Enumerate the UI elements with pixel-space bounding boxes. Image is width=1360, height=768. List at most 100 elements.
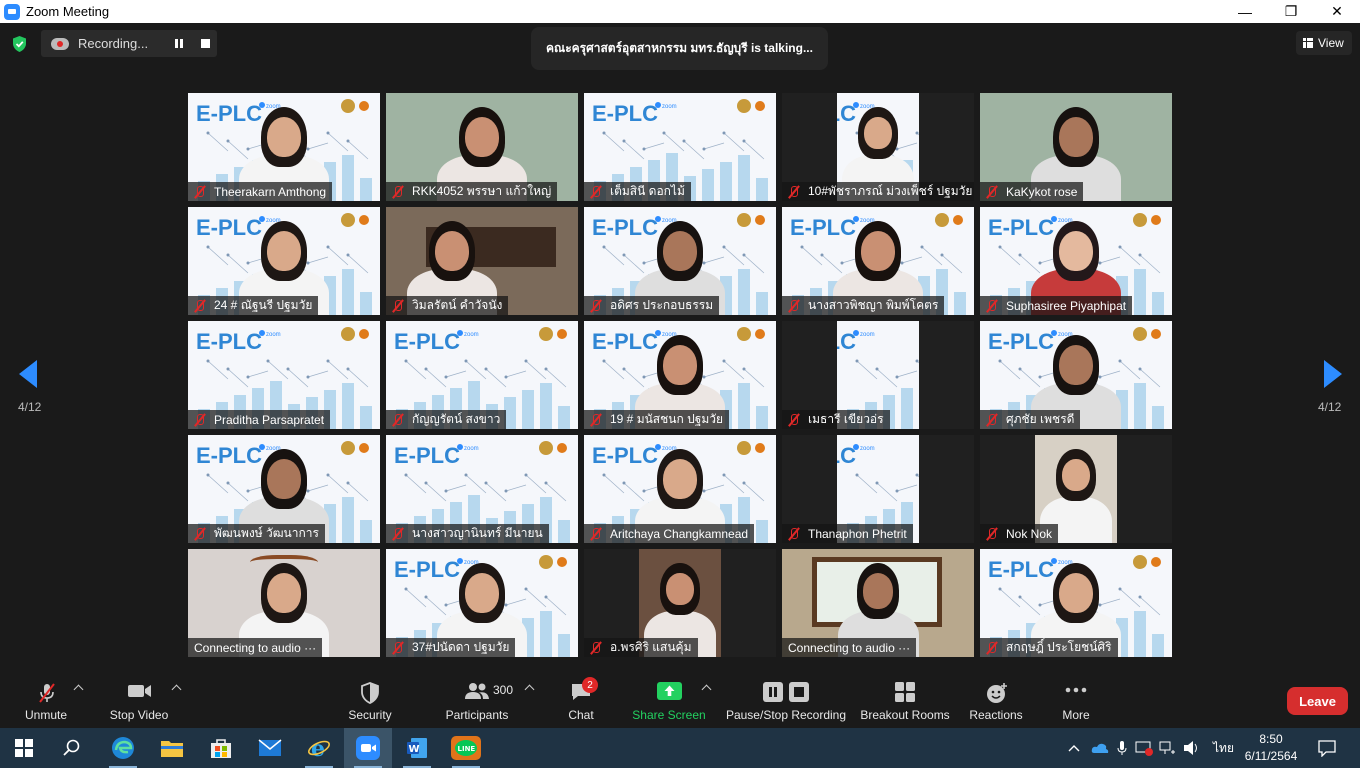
close-button[interactable]: ✕ [1314,0,1360,23]
participant-tile[interactable]: E-PLC zoom ศุภชัย เพชรดี [980,321,1172,429]
participant-tile[interactable]: E-PLC zoom นางสาวพิชญา พิมพ์โคตร [782,207,974,315]
participant-tile[interactable]: E-PLCzoomThanaphon Phetrit [782,435,974,543]
previous-page-arrow-icon[interactable] [19,360,37,388]
muted-mic-icon [786,527,802,541]
more-dots-icon [1065,687,1087,693]
taskbar-file-explorer[interactable] [148,728,196,768]
breakout-rooms-button[interactable]: Breakout Rooms [859,673,951,728]
participant-tile[interactable]: Nok Nok [980,435,1172,543]
system-clock[interactable]: 8:50 6/11/2564 [1238,731,1304,765]
line-app-label: LINE [458,745,476,753]
show-hidden-icons-chevron-icon[interactable] [1067,743,1081,753]
participant-name-tag: นางสาวพิชญา พิมพ์โคตร [782,296,945,315]
participant-tile[interactable]: E-PLC zoom Suphasiree Piyaphipat [980,207,1172,315]
taskbar-zoom[interactable] [344,728,392,768]
participant-tile[interactable]: E-PLC zoom นางสาวญานินทร์ มีนายน [386,435,578,543]
word-app-icon: W [407,738,427,758]
participant-name-tag: 24 # ณัฐนรี ปฐมวัย [188,296,319,315]
action-center-notification-icon[interactable] [1318,739,1336,757]
participant-name: 19 # มนัสชนก ปฐมวัย [610,412,723,426]
taskbar-line[interactable]: LINE [442,728,490,768]
participant-tile[interactable]: E-PLC zoom กัญญรัตน์ สงขาว [386,321,578,429]
participant-tile[interactable]: Connecting to audio ··· [782,549,974,657]
start-button[interactable] [0,728,48,768]
edge-browser-icon [112,737,134,759]
participant-tile[interactable]: อ.พรศิริ แสนคุ้ม [584,549,776,657]
participant-name: Thanaphon Phetrit [808,526,907,541]
chat-button[interactable]: 2 Chat [560,673,602,728]
participant-tile[interactable]: E-PLCzoom10#พัชราภรณ์ ม่วงเพ็ชร์ ปฐมวัย [782,93,974,201]
muted-mic-icon [192,413,208,427]
participant-tile[interactable]: E-PLC zoom 37#ปนัดดา ปฐมวัย [386,549,578,657]
pause-recording-icon[interactable] [175,39,183,48]
zoom-logo-icon [4,3,20,20]
participant-tile[interactable]: E-PLC zoom 19 # มนัสชนก ปฐมวัย [584,321,776,429]
participants-button[interactable]: 300 Participants [438,673,516,728]
participant-name: Nok Nok [1006,526,1053,541]
reactions-button[interactable]: Reactions [966,673,1026,728]
more-button[interactable]: More [1056,673,1096,728]
breakout-rooms-label: Breakout Rooms [860,708,950,722]
taskbar-internet-explorer[interactable]: e [295,728,343,768]
wifi-network-icon[interactable] [1159,740,1177,756]
participants-caret-icon[interactable] [524,684,535,695]
share-screen-label: Share Screen [632,708,706,722]
participant-tile[interactable]: E-PLCzoomเมธารี เขียวอ่ร [782,321,974,429]
participant-name: Suphasiree Piyaphipat [1006,298,1127,313]
input-language-indicator[interactable]: ไทย [1213,739,1234,758]
participant-tile[interactable]: E-PLC zoom Praditha Parsapratet [188,321,380,429]
maximize-button[interactable]: ❐ [1268,0,1314,23]
taskbar-mail[interactable] [246,728,294,768]
participant-tile[interactable]: E-PLC zoom Aritchaya Changkamnead [584,435,776,543]
minimize-button[interactable]: — [1222,0,1268,23]
participant-name-tag: ศุภชัย เพชรดี [980,410,1081,429]
unmute-button[interactable]: Unmute [14,673,78,728]
pause-stop-recording-button[interactable]: Pause/Stop Recording [725,673,847,728]
participant-name: อ.พรศิริ แสนคุ้ม [610,640,692,654]
volume-speaker-icon[interactable] [1183,740,1201,756]
participant-tile[interactable]: E-PLC zoom สกฤษฎิ์ ประโยชน์ศิริ [980,549,1172,657]
taskbar-edge[interactable] [99,728,147,768]
muted-mic-icon [588,185,604,199]
muted-mic-icon [390,527,406,541]
cloud-recording-icon [51,37,69,50]
svg-text:zoom: zoom [464,446,479,452]
participant-tile[interactable]: วิมลรัตน์ คำวัจนัง [386,207,578,315]
stop-video-button[interactable]: Stop Video [104,673,174,728]
security-button[interactable]: Security [340,673,400,728]
participants-icon [465,683,489,699]
participant-tile[interactable]: Connecting to audio ··· [188,549,380,657]
muted-mic-icon [984,527,1000,541]
encryption-shield-icon[interactable] [11,35,28,53]
next-page-arrow-icon[interactable] [1324,360,1342,388]
participant-tile[interactable]: RKK4052 พรรษา แก้วใหญ่ [386,93,578,201]
stop-video-label: Stop Video [109,708,169,722]
pause-stop-recording-label: Pause/Stop Recording [725,708,847,722]
participant-tile[interactable]: E-PLC zoom 24 # ณัฐนรี ปฐมวัย [188,207,380,315]
svg-text:e: e [311,736,325,760]
participant-tile[interactable]: E-PLC zoom เต็มสินี ดอกไม้ [584,93,776,201]
stop-recording-icon[interactable] [201,39,210,48]
microphone-in-use-icon[interactable] [1117,740,1127,756]
participant-tile[interactable]: KaKykot rose [980,93,1172,201]
participant-name: KaKykot rose [1006,184,1078,199]
search-button[interactable] [48,728,96,768]
participant-name-tag: Connecting to audio ··· [188,638,323,657]
share-screen-button[interactable]: Share Screen [630,673,708,728]
network-warning-icon[interactable] [1135,740,1153,756]
svg-text:E-PLC: E-PLC [988,557,1054,582]
participant-tile[interactable]: E-PLC zoom อดิศร ประกอบธรรม [584,207,776,315]
participant-name: สกฤษฎิ์ ประโยชน์ศิริ [1006,640,1112,654]
participant-name-tag: สกฤษฎิ์ ประโยชน์ศิริ [980,638,1118,657]
muted-mic-icon [390,299,406,313]
participant-tile[interactable]: E-PLC zoom Theerakarn Amthong [188,93,380,201]
muted-mic-icon [786,413,802,427]
taskbar-store[interactable] [197,728,245,768]
taskbar-word[interactable]: W [393,728,441,768]
muted-mic-icon [390,641,406,655]
leave-button[interactable]: Leave [1287,687,1348,715]
onedrive-cloud-icon[interactable] [1091,742,1109,754]
participant-name: นางสาวญานินทร์ มีนายน [412,526,543,540]
view-button[interactable]: View [1296,31,1352,55]
participant-tile[interactable]: E-PLC zoom พัฒนพงษ์ วัฒนาการ [188,435,380,543]
